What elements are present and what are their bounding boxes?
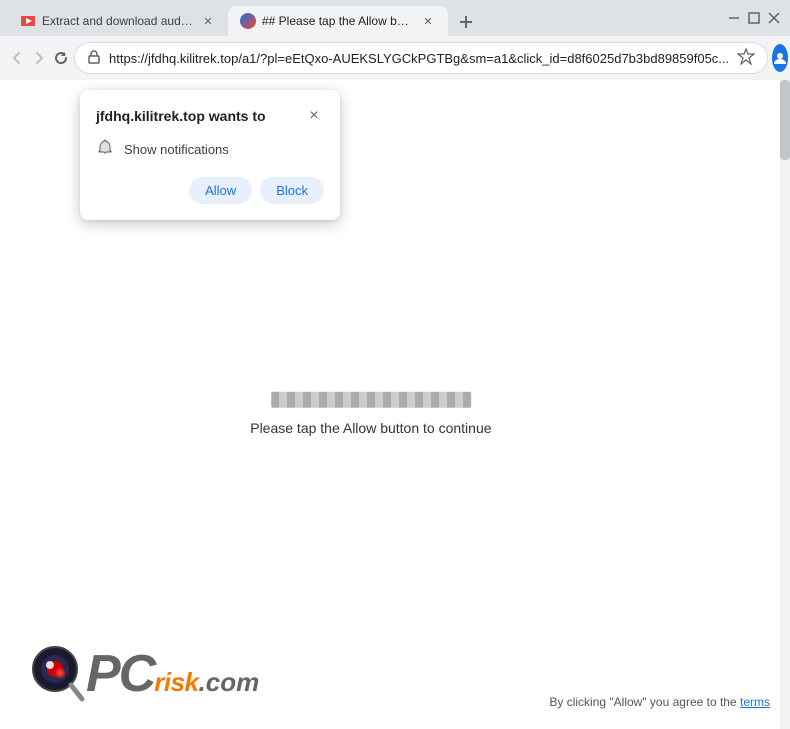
address-bar-row: https://jfdhq.kilitrek.top/a1/?pl=eEtQxo… — [0, 36, 790, 80]
tab-1[interactable]: Extract and download audio an... ✕ — [8, 6, 228, 36]
back-button[interactable] — [8, 44, 26, 72]
tab-2-close[interactable]: ✕ — [420, 13, 436, 29]
footer-logo: PC risk .com — [20, 639, 259, 709]
lock-icon — [87, 50, 101, 67]
popup-title: jfdhq.kilitrek.top wants to — [96, 108, 266, 124]
window-controls — [726, 10, 782, 26]
pc-risk-logo-icon — [20, 639, 90, 709]
risk-text: risk — [154, 667, 198, 698]
progress-bar — [271, 391, 471, 407]
new-tab-button[interactable] — [452, 8, 480, 36]
url-text: https://jfdhq.kilitrek.top/a1/?pl=eEtQxo… — [109, 51, 729, 66]
tab-2-title: ## Please tap the Allow button ... — [262, 14, 414, 28]
popup-permission-row: Show notifications — [96, 138, 324, 161]
address-bar[interactable]: https://jfdhq.kilitrek.top/a1/?pl=eEtQxo… — [74, 42, 768, 74]
popup-buttons: Allow Block — [96, 177, 324, 204]
star-icon[interactable] — [737, 47, 755, 70]
notification-popup: jfdhq.kilitrek.top wants to × Show notif… — [80, 90, 340, 220]
scrollbar[interactable] — [780, 80, 790, 729]
footer-terms-link[interactable]: terms — [740, 695, 770, 709]
forward-button[interactable] — [30, 44, 48, 72]
popup-permission-text: Show notifications — [124, 142, 229, 157]
scrollbar-thumb[interactable] — [780, 80, 790, 160]
close-button[interactable] — [766, 10, 782, 26]
tab-2-favicon — [240, 13, 256, 29]
minimize-button[interactable] — [726, 10, 742, 26]
tab-1-title: Extract and download audio an... — [42, 14, 194, 28]
tab-1-close[interactable]: ✕ — [200, 13, 216, 29]
popup-close-button[interactable]: × — [304, 106, 324, 126]
tab-2[interactable]: ## Please tap the Allow button ... ✕ — [228, 6, 448, 36]
footer-terms-text: By clicking "Allow" you agree to the — [549, 695, 736, 709]
popup-header: jfdhq.kilitrek.top wants to × — [96, 106, 324, 126]
block-button[interactable]: Block — [260, 177, 324, 204]
tab-bar: Extract and download audio an... ✕ ## Pl… — [8, 0, 714, 36]
dot-com-text: .com — [199, 667, 260, 698]
page-center: Please tap the Allow button to continue — [250, 391, 491, 435]
refresh-button[interactable] — [52, 44, 70, 72]
footer-terms: By clicking "Allow" you agree to the ter… — [549, 695, 770, 709]
allow-button[interactable]: Allow — [189, 177, 252, 204]
pc-logo-text: PC risk .com — [86, 648, 259, 700]
title-bar: Extract and download audio an... ✕ ## Pl… — [0, 0, 790, 36]
maximize-button[interactable] — [746, 10, 762, 26]
tab-1-favicon — [20, 13, 36, 29]
page-content: jfdhq.kilitrek.top wants to × Show notif… — [0, 80, 790, 729]
browser-window: Extract and download audio an... ✕ ## Pl… — [0, 0, 790, 729]
profile-icon[interactable] — [772, 44, 788, 72]
bell-icon — [96, 138, 114, 161]
page-instruction: Please tap the Allow button to continue — [250, 419, 491, 435]
pc-text: PC — [86, 648, 154, 700]
